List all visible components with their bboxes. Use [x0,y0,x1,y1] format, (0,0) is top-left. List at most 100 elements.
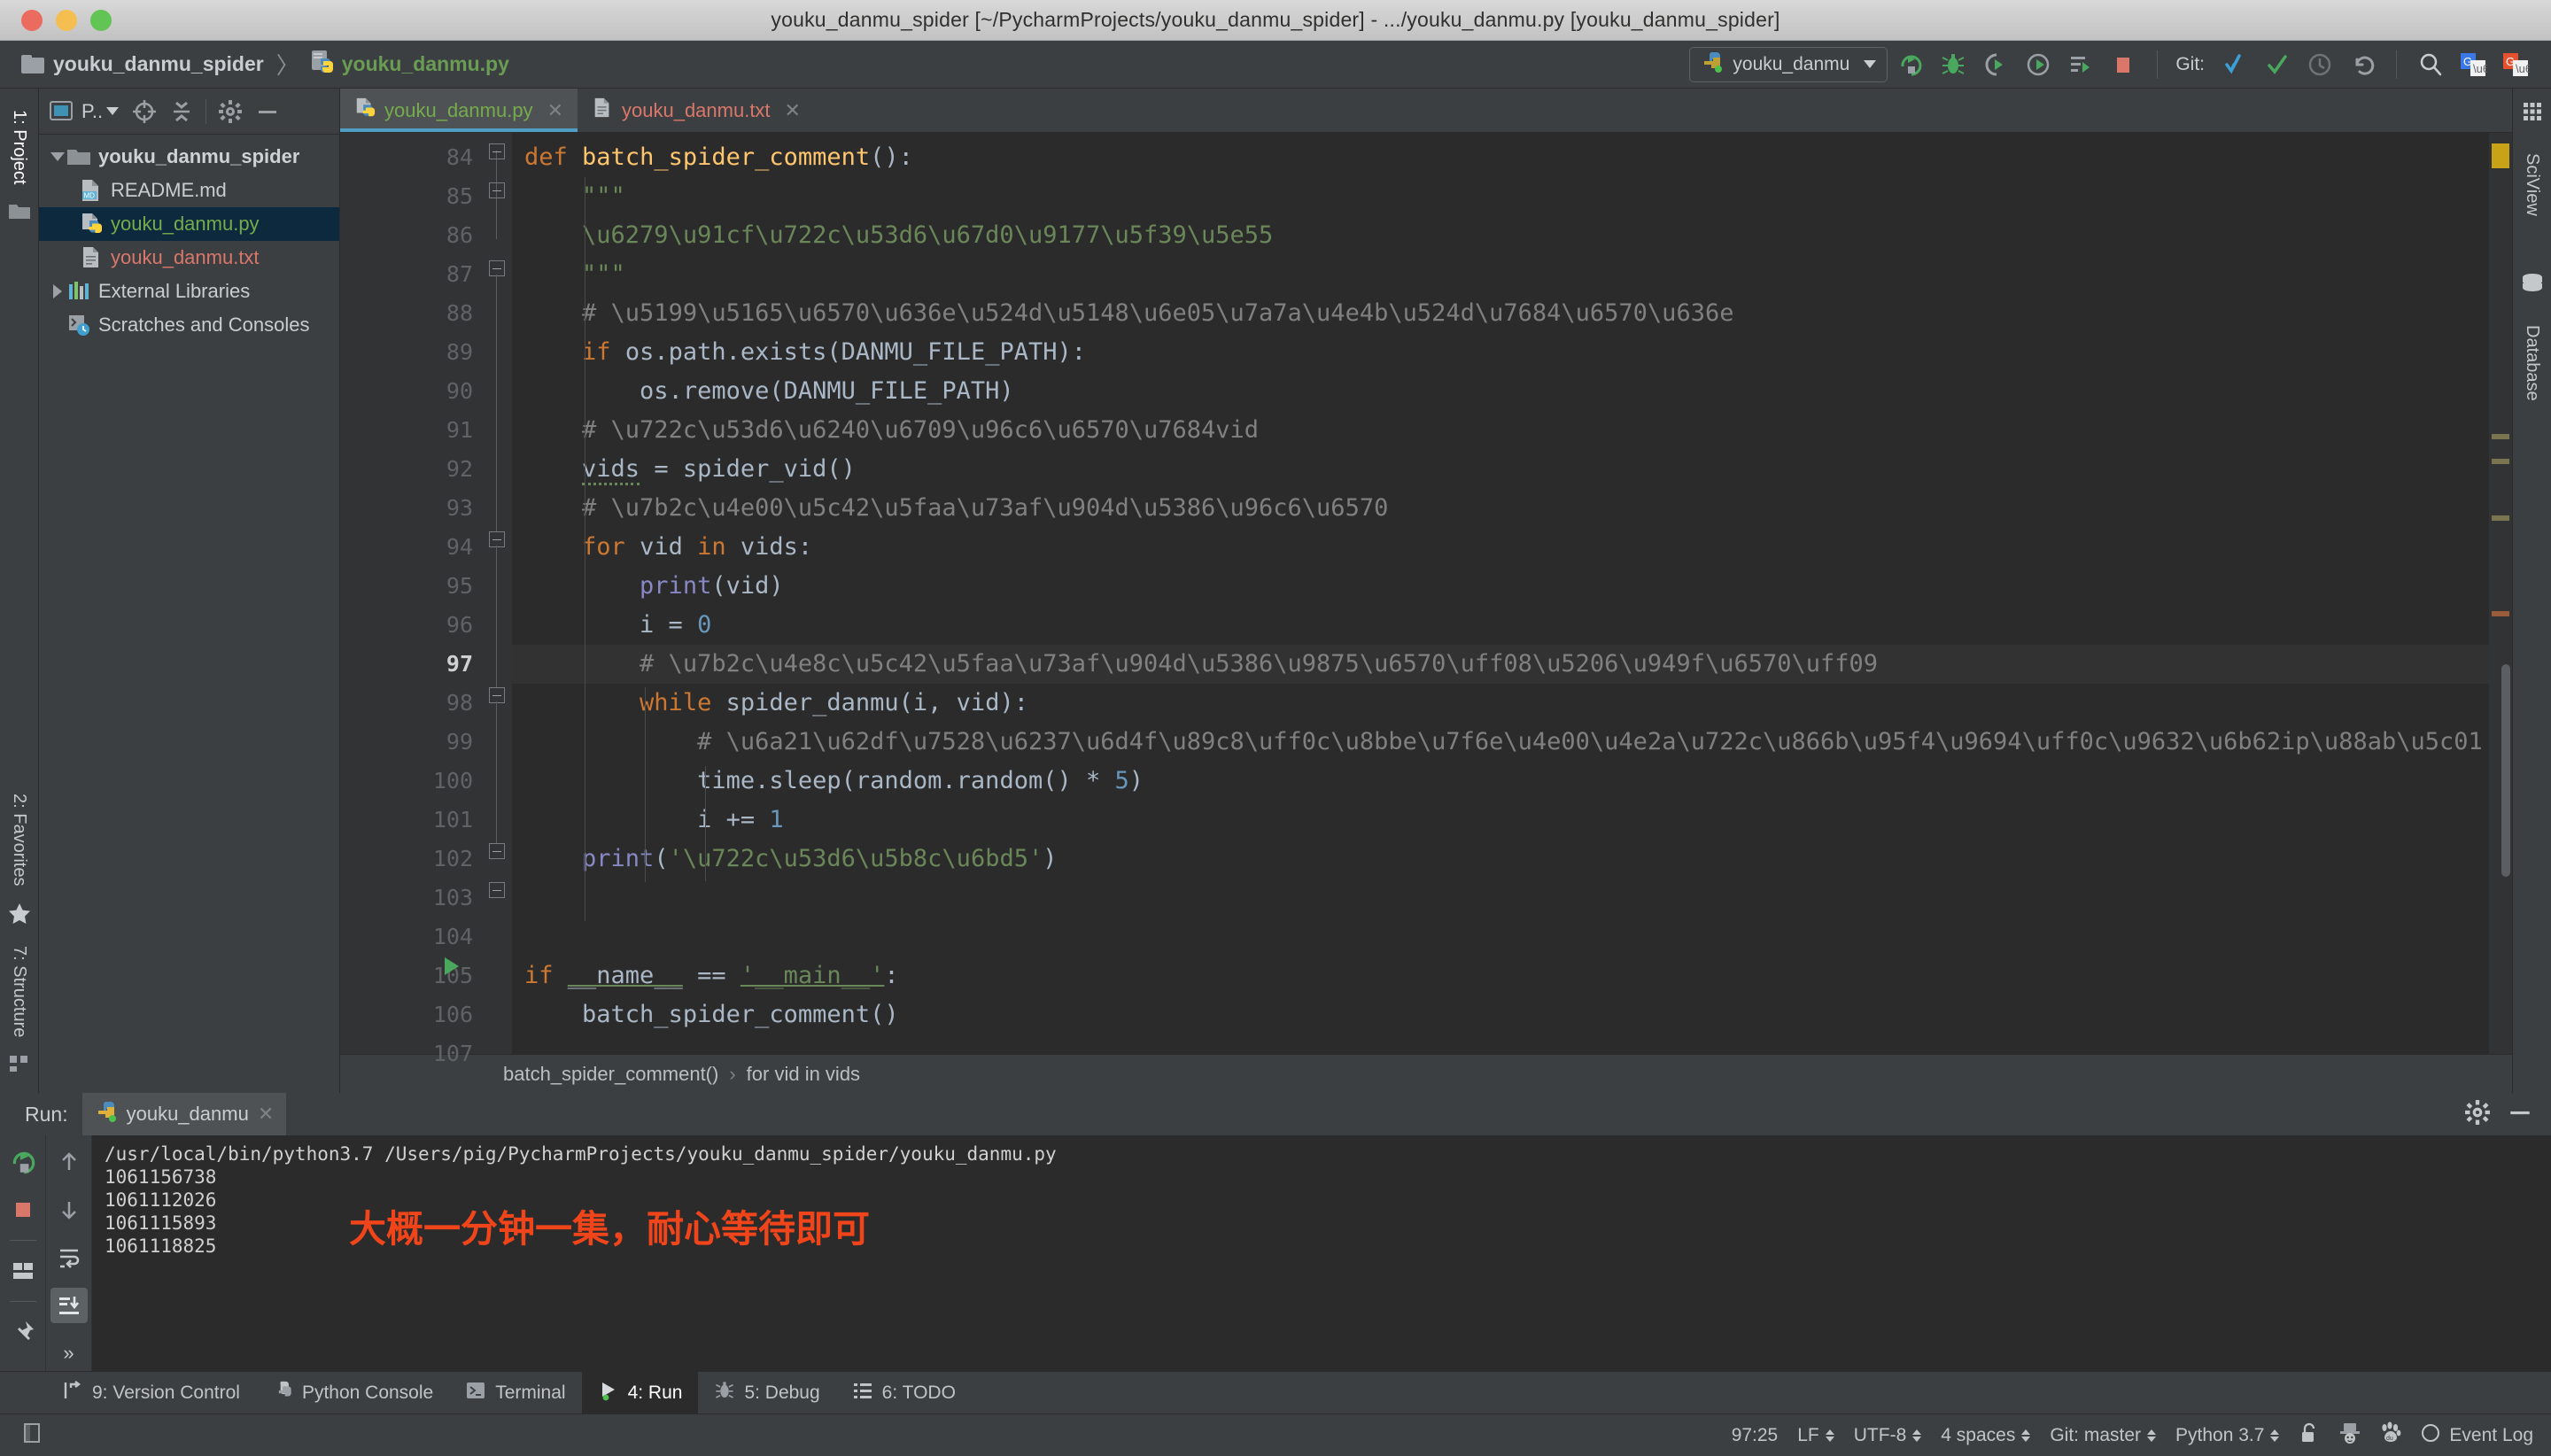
sidebar-item-project-label: 1: Project [10,110,29,185]
tree-node-scratches[interactable]: Scratches and Consoles [39,308,339,342]
breadcrumb-function[interactable]: batch_spider_comment() [503,1063,718,1086]
editor-error-stripe[interactable] [2489,133,2512,1054]
soft-wrap-button[interactable] [50,1240,88,1275]
tool-button-version-control[interactable]: 9: Version Control [46,1372,256,1414]
code-line: def batch_spider_comment(): [524,143,913,171]
rerun-button[interactable] [4,1144,42,1180]
tool-button-python-console[interactable]: Python Console [256,1372,449,1414]
git-history-button[interactable] [2300,45,2339,84]
run-line-marker-icon[interactable] [445,957,459,975]
tool-button-debug[interactable]: 5: Debug [698,1372,835,1414]
run-tab-youku-danmu[interactable]: youku_danmu ✕ [81,1093,287,1135]
todo-list-icon [852,1380,873,1406]
git-commit-button[interactable] [2258,45,2297,84]
project-view-selector[interactable] [44,93,81,130]
google-translate-button[interactable]: G\u6587 [2454,45,2493,84]
navbar-actions: youku_danmu Git: G \u6 G \u6 [1689,45,2535,84]
fold-marker[interactable] [489,687,505,703]
caret-position[interactable]: 97:25 [1732,1425,1779,1446]
line-separator[interactable]: LF [1797,1425,1834,1446]
minus-icon[interactable] [2507,1099,2533,1130]
code-editor[interactable]: 84 85 86 87 88 89 90 91 92 93 94 95 96 9… [340,133,2512,1066]
show-running-list-button[interactable] [4,1253,42,1289]
tree-node-project-root[interactable]: youku_danmu_spider [39,140,339,174]
event-log-button[interactable]: Event Log [2421,1423,2533,1448]
tree-node-youku-danmu-txt[interactable]: youku_danmu.txt [39,241,339,275]
settings-button[interactable] [212,93,249,130]
chevron-right-icon[interactable] [48,284,67,298]
search-everywhere-button[interactable] [2411,45,2450,84]
close-icon[interactable]: ✕ [785,99,801,122]
run-button[interactable] [1891,45,1930,84]
folder-icon [21,55,44,74]
indent-setting[interactable]: 4 spaces [1941,1425,2031,1446]
run-coverage-button[interactable] [1976,45,2015,84]
fold-marker[interactable] [489,882,505,898]
project-view-selector-label: P.. [81,99,104,122]
python-interpreter[interactable]: Python 3.7 [2175,1425,2280,1446]
chevron-down-icon[interactable] [48,152,67,161]
chevron-down-icon[interactable] [106,107,120,115]
tool-button-run[interactable]: 4: Run [581,1371,699,1414]
tab-youku-danmu-py[interactable]: youku_danmu.py ✕ [340,89,578,132]
baidu-paw-icon[interactable]: du [2380,1421,2401,1450]
run-configuration-name: youku_danmu [1733,53,1850,74]
debug-button[interactable] [1934,45,1973,84]
toggle-toolbar-icon[interactable] [21,1421,44,1449]
pin-tab-button[interactable] [4,1314,42,1350]
code-line: if __name__ == '__main__': [524,962,899,989]
gear-icon[interactable] [2464,1099,2491,1130]
breadcrumb-scope[interactable]: for vid in vids [747,1063,860,1086]
fold-marker[interactable] [489,260,505,276]
unlock-icon[interactable] [2299,1421,2320,1450]
sidebar-item-favorites[interactable]: 2: Favorites [9,785,29,895]
warning-stripe-mark[interactable] [2492,143,2509,168]
run-configuration-selector[interactable]: youku_danmu [1689,46,1888,82]
fold-marker[interactable] [489,143,505,159]
run-tab-label: youku_danmu [126,1103,249,1125]
tool-button-todo[interactable]: 6: TODO [836,1372,972,1414]
inspector-hat-icon[interactable] [2339,1421,2361,1450]
scroll-from-source-button[interactable] [126,93,163,130]
code-folding-gutter[interactable] [482,133,512,1054]
close-icon[interactable]: ✕ [547,99,563,122]
code-line: i += 1 [697,806,784,833]
down-stacktrace-button[interactable] [50,1192,88,1228]
collapse-all-button[interactable] [163,93,200,130]
tab-youku-danmu-txt[interactable]: youku_danmu.txt ✕ [578,89,815,132]
stop-button[interactable] [2104,45,2143,84]
tree-node-external-libraries[interactable]: External Libraries [39,275,339,308]
tool-button-terminal[interactable]: Terminal [449,1372,581,1414]
git-update-button[interactable] [2215,45,2254,84]
tree-node-readme[interactable]: MD README.md [39,174,339,207]
tree-node-youku-danmu-py[interactable]: youku_danmu.py [39,207,339,241]
breadcrumb-item-file[interactable]: youku_danmu.py [311,50,509,79]
chevron-updown-icon [2270,1429,2280,1442]
code-text[interactable]: def batch_spider_comment(): """ \u6279\u… [512,133,2489,1054]
fold-marker[interactable] [489,843,505,859]
sidebar-item-database[interactable]: Database [2522,316,2542,410]
editor-scrollbar-thumb[interactable] [2501,664,2510,877]
hide-panel-button[interactable] [249,93,286,130]
git-branch[interactable]: Git: master [2050,1425,2157,1446]
sidebar-item-structure[interactable]: 7: Structure [9,937,29,1046]
stop-process-button[interactable] [4,1192,42,1228]
close-icon[interactable]: ✕ [258,1103,274,1126]
file-encoding[interactable]: UTF-8 [1854,1425,1922,1446]
fold-marker[interactable] [489,531,505,547]
scroll-to-end-button[interactable] [50,1288,88,1323]
editor-breadcrumbs[interactable]: batch_spider_comment() › for vid in vids [340,1054,2512,1093]
sidebar-item-sciview[interactable]: SciView [2522,144,2542,225]
window-titlebar: youku_danmu_spider [~/PycharmProjects/yo… [0,0,2551,41]
run-with-console-button[interactable] [2061,45,2100,84]
translate-button[interactable]: G\u6587 [2496,45,2535,84]
console-line: /usr/local/bin/python3.7 /Users/pig/Pych… [105,1143,1057,1165]
git-rollback-button[interactable] [2343,45,2382,84]
more-button[interactable]: » [50,1336,88,1371]
profile-button[interactable] [2019,45,2058,84]
sidebar-item-project[interactable]: 1: Project [9,101,29,193]
fold-marker[interactable] [489,182,505,198]
breadcrumb-item-project[interactable]: youku_danmu_spider [21,52,264,76]
run-console-output[interactable]: /usr/local/bin/python3.7 /Users/pig/Pych… [92,1135,2551,1371]
up-stacktrace-button[interactable] [50,1144,88,1180]
